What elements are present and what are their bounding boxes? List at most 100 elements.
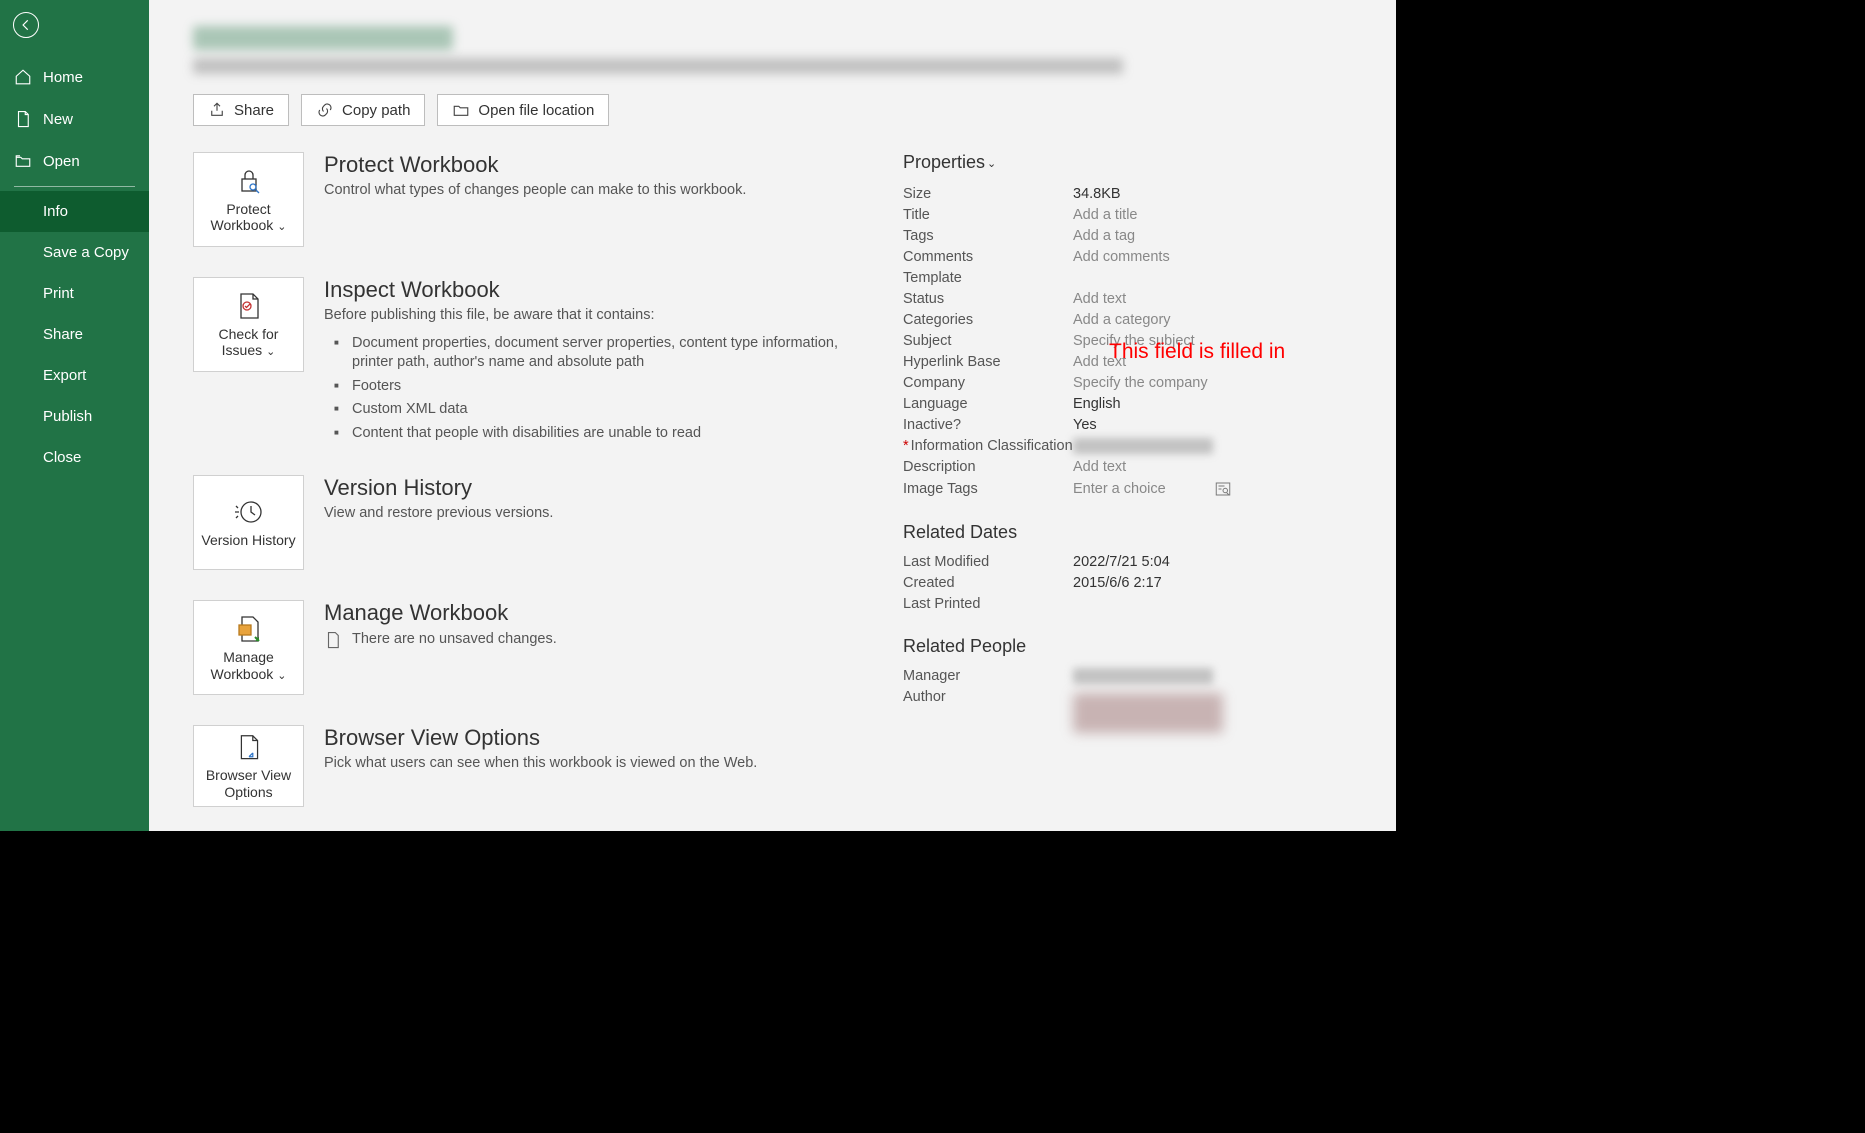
list-item: Custom XML data bbox=[324, 398, 873, 422]
nav-label: Close bbox=[43, 449, 81, 466]
prop-label: Size bbox=[903, 186, 1073, 202]
tile-label: Version History bbox=[201, 532, 295, 549]
manage-section: Manage Workbook⌄ Manage Workbook There a… bbox=[193, 600, 873, 695]
protect-section: Protect Workbook⌄ Protect Workbook Contr… bbox=[193, 152, 873, 247]
prop-label: Created bbox=[903, 575, 1073, 591]
imagetags-input[interactable]: Enter a choice bbox=[1073, 481, 1166, 497]
nav-save-copy[interactable]: Save a Copy bbox=[0, 232, 149, 273]
section-title: Browser View Options bbox=[324, 725, 873, 751]
button-label: Copy path bbox=[342, 102, 410, 119]
language-value[interactable]: English bbox=[1073, 396, 1121, 412]
lock-icon bbox=[233, 165, 265, 197]
company-input[interactable]: Specify the company bbox=[1073, 375, 1208, 391]
inspect-icon bbox=[233, 290, 265, 322]
nav-label: New bbox=[43, 111, 73, 128]
protect-workbook-tile[interactable]: Protect Workbook⌄ bbox=[193, 152, 304, 247]
related-dates-header: Related Dates bbox=[903, 522, 1333, 543]
chevron-down-icon: ⌄ bbox=[277, 670, 286, 682]
nav-share[interactable]: Share bbox=[0, 314, 149, 355]
version-section: Version History Version History View and… bbox=[193, 475, 873, 570]
search-list-icon[interactable] bbox=[1214, 480, 1232, 498]
prop-label: Image Tags bbox=[903, 481, 1073, 497]
chevron-down-icon: ⌄ bbox=[277, 221, 286, 233]
section-desc: There are no unsaved changes. bbox=[352, 630, 557, 650]
nav-print[interactable]: Print bbox=[0, 273, 149, 314]
modified-value: 2022/7/21 5:04 bbox=[1073, 554, 1170, 570]
prop-label: Categories bbox=[903, 312, 1073, 328]
history-icon bbox=[233, 496, 265, 528]
open-location-button[interactable]: Open file location bbox=[437, 94, 609, 126]
nav-label: Save a Copy bbox=[43, 244, 129, 261]
nav-label: Print bbox=[43, 285, 74, 302]
document-icon bbox=[324, 631, 342, 649]
prop-value: 34.8KB bbox=[1073, 186, 1121, 202]
nav-label: Share bbox=[43, 326, 83, 343]
section-title: Inspect Workbook bbox=[324, 277, 873, 303]
browser-view-icon bbox=[233, 732, 265, 762]
tags-input[interactable]: Add a tag bbox=[1073, 228, 1135, 244]
list-item: Footers bbox=[324, 375, 873, 399]
nav-publish[interactable]: Publish bbox=[0, 396, 149, 437]
title-input[interactable]: Add a title bbox=[1073, 207, 1138, 223]
nav-label: Publish bbox=[43, 408, 92, 425]
created-value: 2015/6/6 2:17 bbox=[1073, 575, 1162, 591]
info-sections: Protect Workbook⌄ Protect Workbook Contr… bbox=[193, 152, 873, 831]
inspect-list: Document properties, document server pro… bbox=[324, 332, 873, 446]
hyperlink-input[interactable]: Add text bbox=[1073, 354, 1126, 370]
document-icon bbox=[14, 110, 32, 128]
inactive-value[interactable]: Yes bbox=[1073, 417, 1097, 433]
status-input[interactable]: Add text bbox=[1073, 291, 1126, 307]
prop-label: Inactive? bbox=[903, 417, 1073, 433]
manager-value-blurred[interactable] bbox=[1073, 668, 1213, 684]
list-item: Content that people with disabilities ar… bbox=[324, 422, 873, 446]
subject-input[interactable]: Specify the subject bbox=[1073, 333, 1195, 349]
prop-label: Status bbox=[903, 291, 1073, 307]
tile-label: Manage Workbook bbox=[211, 649, 274, 682]
nav-open[interactable]: Open bbox=[0, 140, 149, 182]
properties-dropdown[interactable]: Properties⌄ bbox=[903, 152, 1333, 173]
button-label: Open file location bbox=[478, 102, 594, 119]
nav-close[interactable]: Close bbox=[0, 437, 149, 478]
action-row: Share Copy path Open file location bbox=[193, 94, 1396, 126]
section-title: Manage Workbook bbox=[324, 600, 873, 626]
section-title: Version History bbox=[324, 475, 873, 501]
backstage-sidebar: Home New Open Info Save a Copy Print Sha… bbox=[0, 0, 149, 831]
section-desc: Pick what users can see when this workbo… bbox=[324, 754, 873, 774]
prop-label: Title bbox=[903, 207, 1073, 223]
section-desc: View and restore previous versions. bbox=[324, 504, 873, 524]
back-button[interactable] bbox=[13, 12, 39, 38]
prop-label: Company bbox=[903, 375, 1073, 391]
inspect-section: Check for Issues⌄ Inspect Workbook Befor… bbox=[193, 277, 873, 445]
home-icon bbox=[14, 68, 32, 86]
share-button[interactable]: Share bbox=[193, 94, 289, 126]
description-input[interactable]: Add text bbox=[1073, 459, 1126, 475]
manage-workbook-tile[interactable]: Manage Workbook⌄ bbox=[193, 600, 304, 695]
nav-home[interactable]: Home bbox=[0, 56, 149, 98]
prop-label: Manager bbox=[903, 668, 1073, 684]
copy-path-button[interactable]: Copy path bbox=[301, 94, 425, 126]
version-history-tile[interactable]: Version History bbox=[193, 475, 304, 570]
prop-label: Description bbox=[903, 459, 1073, 475]
prop-label: Template bbox=[903, 270, 1073, 286]
nav-label: Export bbox=[43, 367, 86, 384]
required-asterisk: * bbox=[903, 438, 909, 454]
nav-info[interactable]: Info bbox=[0, 191, 149, 232]
prop-label: Subject bbox=[903, 333, 1073, 349]
main-content: Share Copy path Open file location Prote… bbox=[149, 0, 1396, 831]
nav-new[interactable]: New bbox=[0, 98, 149, 140]
nav-label: Info bbox=[43, 203, 68, 220]
prop-label: Last Modified bbox=[903, 554, 1073, 570]
nav-export[interactable]: Export bbox=[0, 355, 149, 396]
author-value-blurred[interactable] bbox=[1073, 693, 1223, 733]
chevron-down-icon: ⌄ bbox=[266, 346, 275, 358]
button-label: Share bbox=[234, 102, 274, 119]
tile-label: Browser View Options bbox=[200, 767, 297, 801]
link-icon bbox=[316, 101, 334, 119]
categories-input[interactable]: Add a category bbox=[1073, 312, 1171, 328]
check-issues-tile[interactable]: Check for Issues⌄ bbox=[193, 277, 304, 372]
infoclass-value-blurred[interactable] bbox=[1073, 438, 1213, 454]
app-window: Home New Open Info Save a Copy Print Sha… bbox=[0, 0, 1396, 831]
chevron-down-icon: ⌄ bbox=[987, 158, 996, 170]
browser-view-tile[interactable]: Browser View Options bbox=[193, 725, 304, 807]
comments-input[interactable]: Add comments bbox=[1073, 249, 1170, 265]
